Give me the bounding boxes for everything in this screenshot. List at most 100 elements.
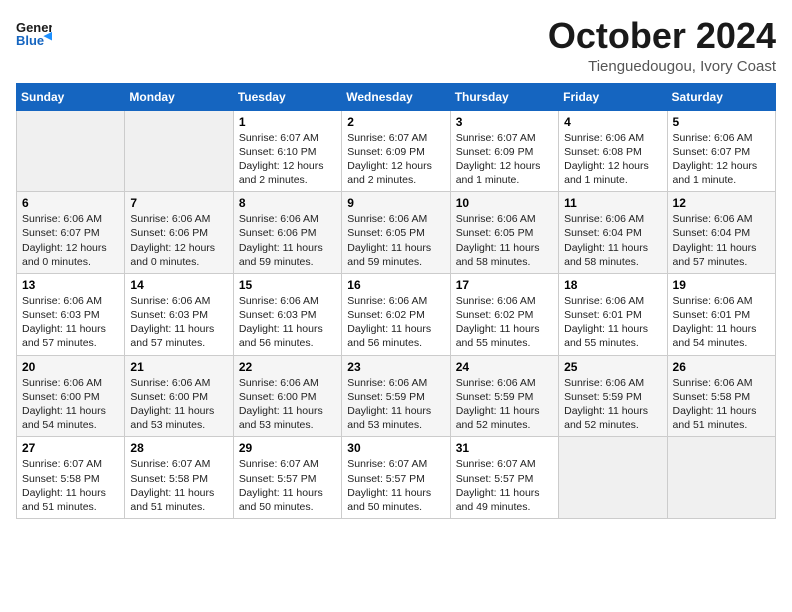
calendar-cell: 19Sunrise: 6:06 AM Sunset: 6:01 PM Dayli… (667, 273, 775, 355)
calendar-cell: 12 Sunrise: 6:06 AM Sunset: 6:04 PM Dayli… (667, 192, 775, 274)
day-number: 11 (564, 196, 661, 210)
day-info: Sunrise: 6:06 AM Sunset: 6:08 PM Dayligh… (564, 131, 661, 188)
calendar-cell: 23Sunrise: 6:06 AM Sunset: 5:59 PM Dayli… (342, 355, 450, 437)
calendar-table: SundayMondayTuesdayWednesdayThursdayFrid… (16, 83, 776, 519)
day-info: Sunrise: 6:06 AM Sunset: 6:06 PM Dayligh… (239, 212, 336, 269)
day-number: 25 (564, 360, 661, 374)
day-number: 30 (347, 441, 444, 455)
weekday-header-sunday: Sunday (17, 83, 125, 110)
calendar-cell: 8 Sunrise: 6:06 AM Sunset: 6:06 PM Daylig… (233, 192, 341, 274)
weekday-header-monday: Monday (125, 83, 233, 110)
day-info: Sunrise: 6:06 AM Sunset: 5:59 PM Dayligh… (456, 376, 553, 433)
day-info: Sunrise: 6:06 AM Sunset: 6:01 PM Dayligh… (564, 294, 661, 351)
day-number: 19 (673, 278, 770, 292)
day-number: 20 (22, 360, 119, 374)
day-number: 21 (130, 360, 227, 374)
calendar-cell: 5 Sunrise: 6:06 AM Sunset: 6:07 PM Daylig… (667, 110, 775, 192)
day-info: Sunrise: 6:06 AM Sunset: 6:00 PM Dayligh… (239, 376, 336, 433)
calendar-cell: 18 Sunrise: 6:06 AM Sunset: 6:01 PM Dayli… (559, 273, 667, 355)
calendar-cell (667, 437, 775, 519)
day-info: Sunrise: 6:07 AM Sunset: 5:58 PM Dayligh… (22, 457, 119, 514)
day-number: 12 (673, 196, 770, 210)
calendar-cell: 31 Sunrise: 6:07 AM Sunset: 5:57 PM Dayli… (450, 437, 558, 519)
day-number: 6 (22, 196, 119, 210)
calendar-cell: 28Sunrise: 6:07 AM Sunset: 5:58 PM Dayli… (125, 437, 233, 519)
day-number: 1 (239, 115, 336, 129)
calendar-cell: 25 Sunrise: 6:06 AM Sunset: 5:59 PM Dayli… (559, 355, 667, 437)
day-info: Sunrise: 6:06 AM Sunset: 6:07 PM Dayligh… (673, 131, 770, 188)
calendar-cell: 15 Sunrise: 6:06 AM Sunset: 6:03 PM Dayli… (233, 273, 341, 355)
day-number: 31 (456, 441, 553, 455)
weekday-header-friday: Friday (559, 83, 667, 110)
day-number: 15 (239, 278, 336, 292)
day-info: Sunrise: 6:07 AM Sunset: 6:09 PM Dayligh… (347, 131, 444, 188)
day-number: 22 (239, 360, 336, 374)
logo-icon: General Blue (16, 16, 52, 52)
logo: General Blue (16, 16, 52, 52)
calendar-cell: 30Sunrise: 6:07 AM Sunset: 5:57 PM Dayli… (342, 437, 450, 519)
day-info: Sunrise: 6:06 AM Sunset: 6:03 PM Dayligh… (239, 294, 336, 351)
calendar-cell: 14 Sunrise: 6:06 AM Sunset: 6:03 PM Dayli… (125, 273, 233, 355)
day-number: 10 (456, 196, 553, 210)
day-info: Sunrise: 6:06 AM Sunset: 6:04 PM Dayligh… (673, 212, 770, 269)
day-info: Sunrise: 6:06 AM Sunset: 6:00 PM Dayligh… (130, 376, 227, 433)
calendar-cell: 1 Sunrise: 6:07 AM Sunset: 6:10 PM Daylig… (233, 110, 341, 192)
calendar-cell: 6 Sunrise: 6:06 AM Sunset: 6:07 PM Daylig… (17, 192, 125, 274)
day-number: 3 (456, 115, 553, 129)
day-info: Sunrise: 6:06 AM Sunset: 5:58 PM Dayligh… (673, 376, 770, 433)
day-number: 9 (347, 196, 444, 210)
day-info: Sunrise: 6:06 AM Sunset: 6:07 PM Dayligh… (22, 212, 119, 269)
day-info: Sunrise: 6:06 AM Sunset: 6:06 PM Dayligh… (130, 212, 227, 269)
day-number: 2 (347, 115, 444, 129)
page-header: General Blue October 2024 Tienguedougou,… (16, 16, 776, 75)
day-info: Sunrise: 6:06 AM Sunset: 6:02 PM Dayligh… (456, 294, 553, 351)
day-number: 18 (564, 278, 661, 292)
calendar-cell: 27 Sunrise: 6:07 AM Sunset: 5:58 PM Dayli… (17, 437, 125, 519)
calendar-cell: 26 Sunrise: 6:06 AM Sunset: 5:58 PM Dayli… (667, 355, 775, 437)
day-info: Sunrise: 6:06 AM Sunset: 6:03 PM Dayligh… (22, 294, 119, 351)
location-subtitle: Tienguedougou, Ivory Coast (548, 58, 776, 75)
week-row-4: 20 Sunrise: 6:06 AM Sunset: 6:00 PM Dayli… (17, 355, 776, 437)
day-info: Sunrise: 6:07 AM Sunset: 5:57 PM Dayligh… (239, 457, 336, 514)
day-info: Sunrise: 6:07 AM Sunset: 5:57 PM Dayligh… (456, 457, 553, 514)
day-number: 24 (456, 360, 553, 374)
weekday-header-wednesday: Wednesday (342, 83, 450, 110)
calendar-cell: 20 Sunrise: 6:06 AM Sunset: 6:00 PM Dayli… (17, 355, 125, 437)
month-title: October 2024 (548, 16, 776, 56)
calendar-cell: 16Sunrise: 6:06 AM Sunset: 6:02 PM Dayli… (342, 273, 450, 355)
day-number: 29 (239, 441, 336, 455)
day-info: Sunrise: 6:07 AM Sunset: 6:09 PM Dayligh… (456, 131, 553, 188)
day-info: Sunrise: 6:06 AM Sunset: 6:05 PM Dayligh… (456, 212, 553, 269)
calendar-cell (17, 110, 125, 192)
calendar-cell: 13Sunrise: 6:06 AM Sunset: 6:03 PM Dayli… (17, 273, 125, 355)
day-number: 8 (239, 196, 336, 210)
day-info: Sunrise: 6:06 AM Sunset: 5:59 PM Dayligh… (564, 376, 661, 433)
calendar-cell: 2 Sunrise: 6:07 AM Sunset: 6:09 PM Daylig… (342, 110, 450, 192)
day-info: Sunrise: 6:06 AM Sunset: 6:00 PM Dayligh… (22, 376, 119, 433)
title-area: October 2024 Tienguedougou, Ivory Coast (548, 16, 776, 75)
day-number: 7 (130, 196, 227, 210)
svg-text:Blue: Blue (16, 33, 44, 48)
day-info: Sunrise: 6:06 AM Sunset: 6:04 PM Dayligh… (564, 212, 661, 269)
day-number: 28 (130, 441, 227, 455)
day-number: 5 (673, 115, 770, 129)
calendar-cell: 17 Sunrise: 6:06 AM Sunset: 6:02 PM Dayli… (450, 273, 558, 355)
day-info: Sunrise: 6:06 AM Sunset: 6:03 PM Dayligh… (130, 294, 227, 351)
day-info: Sunrise: 6:07 AM Sunset: 6:10 PM Dayligh… (239, 131, 336, 188)
calendar-cell: 24 Sunrise: 6:06 AM Sunset: 5:59 PM Dayli… (450, 355, 558, 437)
day-number: 27 (22, 441, 119, 455)
day-number: 26 (673, 360, 770, 374)
day-number: 17 (456, 278, 553, 292)
day-number: 4 (564, 115, 661, 129)
day-number: 14 (130, 278, 227, 292)
week-row-1: 1 Sunrise: 6:07 AM Sunset: 6:10 PM Daylig… (17, 110, 776, 192)
calendar-cell (559, 437, 667, 519)
day-info: Sunrise: 6:06 AM Sunset: 6:05 PM Dayligh… (347, 212, 444, 269)
week-row-2: 6 Sunrise: 6:06 AM Sunset: 6:07 PM Daylig… (17, 192, 776, 274)
calendar-cell: 9 Sunrise: 6:06 AM Sunset: 6:05 PM Daylig… (342, 192, 450, 274)
day-info: Sunrise: 6:06 AM Sunset: 5:59 PM Dayligh… (347, 376, 444, 433)
day-number: 16 (347, 278, 444, 292)
calendar-cell: 4 Sunrise: 6:06 AM Sunset: 6:08 PM Daylig… (559, 110, 667, 192)
calendar-cell: 21 Sunrise: 6:06 AM Sunset: 6:00 PM Dayli… (125, 355, 233, 437)
weekday-header-thursday: Thursday (450, 83, 558, 110)
